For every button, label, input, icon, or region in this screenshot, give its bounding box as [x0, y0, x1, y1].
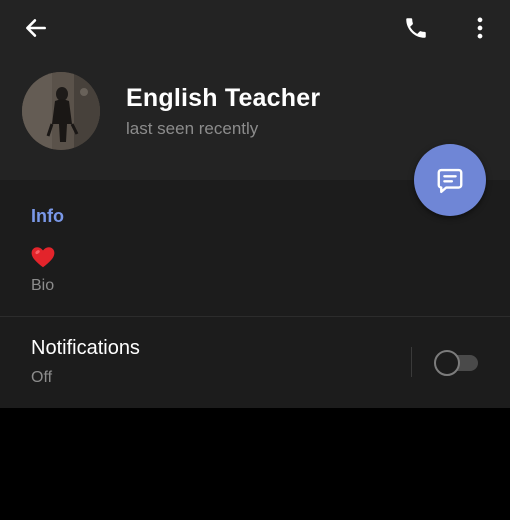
- notifications-state: Off: [31, 369, 53, 386]
- heart-emoji-icon: [31, 247, 55, 268]
- profile-screen: English Teacher last seen recently Info …: [0, 0, 510, 520]
- info-section-title: Info: [31, 206, 64, 226]
- message-icon: [437, 168, 463, 194]
- toggle-knob: [434, 350, 460, 376]
- avatar[interactable]: [22, 72, 100, 150]
- phone-icon: [406, 18, 426, 38]
- back-button[interactable]: [16, 10, 56, 46]
- more-options-button[interactable]: [460, 10, 500, 46]
- notifications-row[interactable]: Notifications Off: [0, 317, 510, 408]
- notifications-toggle[interactable]: [434, 350, 480, 376]
- bio-label: Bio: [31, 277, 55, 294]
- vertical-divider: [411, 347, 412, 377]
- avatar-photo: [22, 72, 100, 150]
- call-button[interactable]: [396, 10, 436, 46]
- send-message-button[interactable]: [414, 144, 486, 216]
- bio-value[interactable]: [30, 244, 56, 270]
- more-vertical-icon: [477, 17, 483, 39]
- arrow-left-icon: [26, 19, 46, 37]
- last-seen-status: last seen recently: [126, 119, 259, 138]
- notifications-label: Notifications: [31, 337, 140, 359]
- contact-name: English Teacher: [126, 84, 321, 112]
